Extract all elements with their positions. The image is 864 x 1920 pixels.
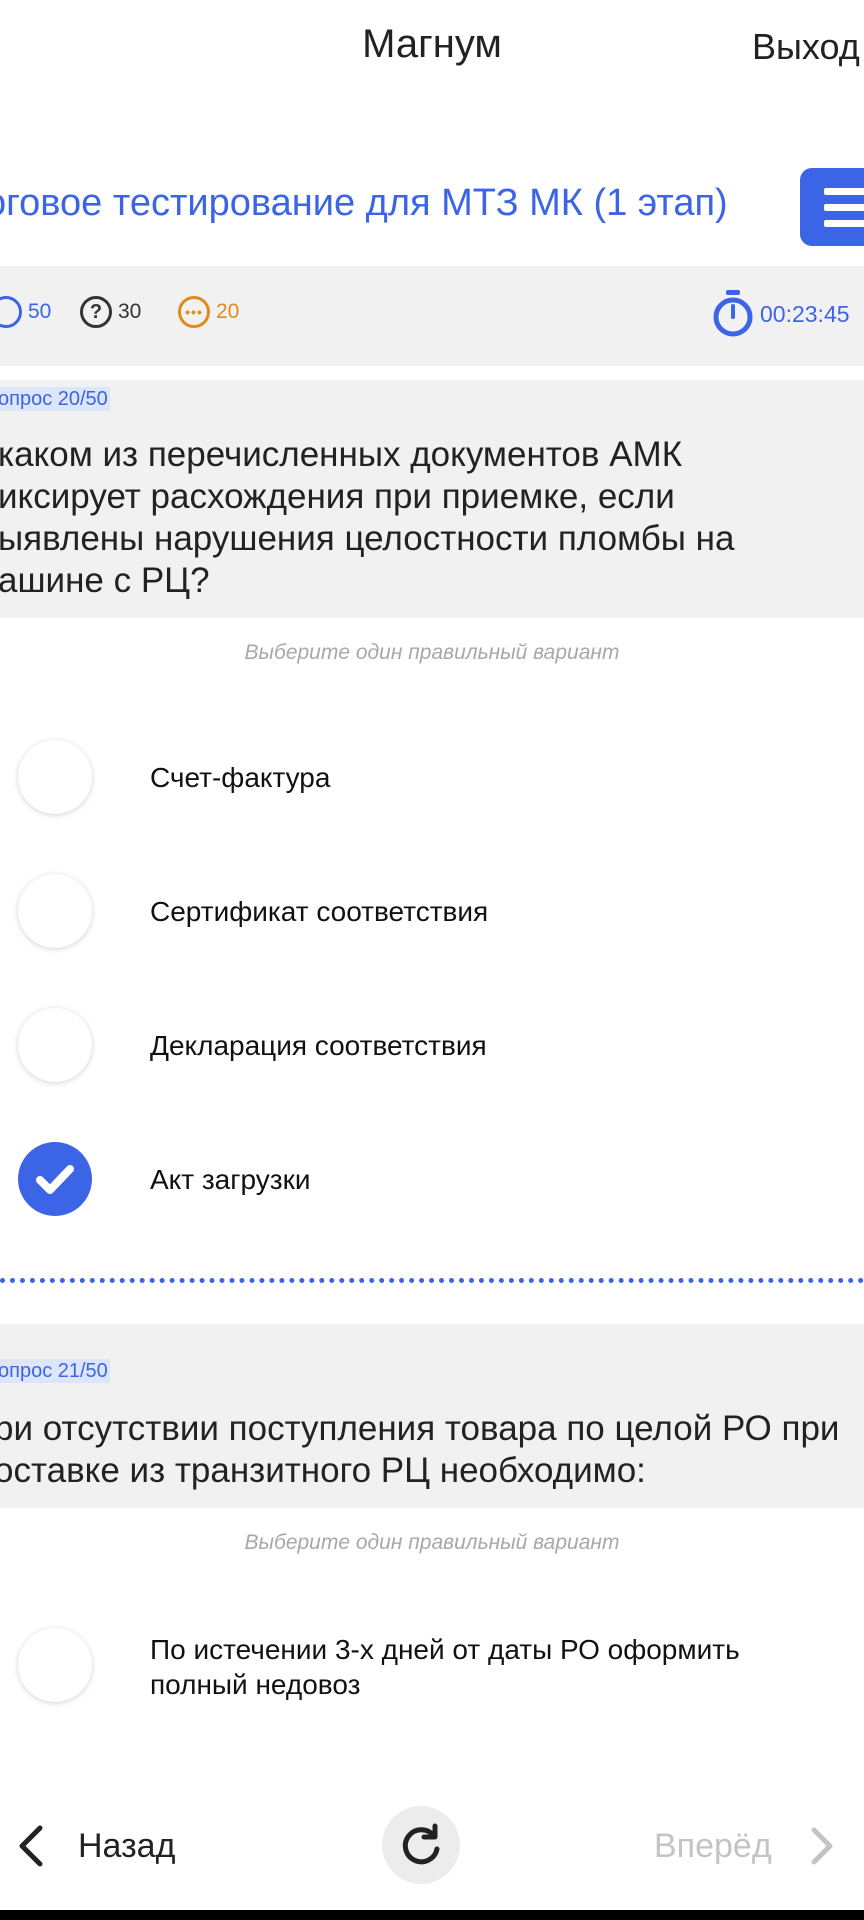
stat-total[interactable]: 50: [0, 296, 51, 328]
test-title: тоговое тестирование для МТЗ МК (1 этап): [0, 182, 728, 224]
answer-option[interactable]: По истечении 3-х дней от даты РО оформит…: [0, 1616, 864, 1716]
stat-total-value: 50: [28, 300, 52, 323]
radio-button[interactable]: [18, 1628, 92, 1702]
stat-unanswered-value: 30: [118, 300, 142, 323]
option-label: Декларация соответствия: [150, 1030, 487, 1061]
question-mark-icon: ?: [80, 296, 112, 328]
bottom-navigation: Назад Вперёд: [0, 1782, 864, 1910]
dots-icon: •••: [178, 296, 210, 328]
stopwatch-icon: [713, 290, 753, 337]
radio-button[interactable]: [18, 1008, 92, 1082]
back-button[interactable]: Назад: [14, 1824, 175, 1868]
stat-answered[interactable]: ••• 20: [178, 296, 239, 328]
stat-unanswered[interactable]: ? 30: [80, 296, 141, 328]
refresh-button[interactable]: [382, 1806, 460, 1884]
question-block: опрос 21/50 ри отсутствии поступления то…: [0, 1324, 864, 1508]
timer: 00:23:45: [712, 290, 850, 338]
option-label: Счет-фактура: [150, 762, 331, 793]
radio-button[interactable]: [18, 874, 92, 948]
back-label: Назад: [78, 1826, 176, 1865]
list-icon: [0, 296, 22, 328]
question-number: опрос 21/50: [0, 1359, 110, 1383]
question-text: ри отсутствии поступления товара по цело…: [0, 1409, 840, 1490]
forward-button[interactable]: Вперёд: [654, 1824, 838, 1868]
question-divider: [0, 1278, 864, 1283]
menu-button[interactable]: [800, 168, 864, 246]
stat-answered-value: 20: [216, 300, 240, 323]
chevron-left-icon: [19, 1825, 43, 1867]
refresh-icon: [402, 1823, 440, 1865]
answer-option-selected[interactable]: Акт загрузки: [0, 1130, 864, 1230]
option-label: Сертификат соответствия: [150, 896, 489, 927]
radio-button-checked[interactable]: [18, 1142, 92, 1216]
question-number: опрос 20/50: [0, 387, 110, 411]
stats-bar: 50 ? 30 ••• 20 00:23:45: [0, 266, 864, 366]
answer-option[interactable]: Счет-фактура: [0, 728, 864, 828]
logout-button[interactable]: Выход: [752, 26, 860, 68]
question-block: опрос 20/50 каком из перечисленных докум…: [0, 380, 864, 618]
answer-hint: Выберите один правильный вариант: [244, 1531, 620, 1554]
answer-option[interactable]: Сертификат соответствия: [0, 862, 864, 962]
option-label: По истечении 3-х дней от даты РО оформит…: [150, 1634, 740, 1700]
forward-label: Вперёд: [654, 1826, 772, 1865]
option-label: Акт загрузки: [150, 1164, 311, 1195]
answer-hint: Выберите один правильный вариант: [244, 641, 620, 664]
menu-icon: [824, 188, 864, 195]
chevron-right-icon: [811, 1827, 833, 1865]
system-bar: [0, 1910, 864, 1920]
menu-icon-bar: [824, 204, 864, 211]
checkmark-icon: [36, 1165, 74, 1194]
answer-option[interactable]: Декларация соответствия: [0, 996, 864, 1096]
app-title: Магнум: [362, 22, 502, 66]
menu-icon-bar: [824, 220, 864, 227]
timer-value: 00:23:45: [760, 300, 850, 327]
question-text: каком из перечисленных документов АМК ик…: [0, 435, 735, 600]
radio-button[interactable]: [18, 740, 92, 814]
